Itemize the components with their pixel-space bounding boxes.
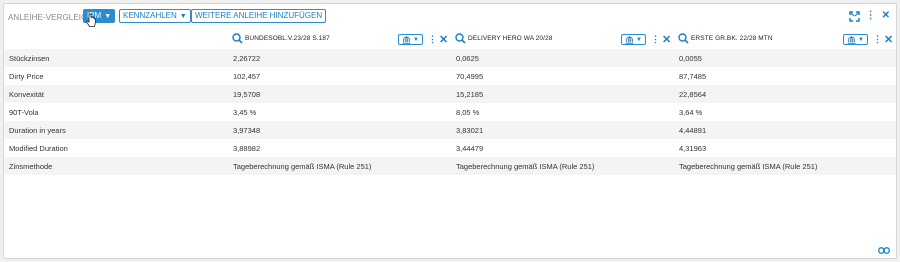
toolbar: ANLEIHE-VERGLEICH IPM ▼ KENNZAHLEN ▼ WEITE… [4, 4, 896, 30]
table-row: Duration in years 3,97348 3,83021 4,4489… [4, 121, 896, 139]
bond-name-3[interactable]: ERSTE GR.BK. 22/28 MTN [691, 35, 773, 42]
kebab-menu-icon[interactable]: ⋮ [651, 34, 660, 45]
row-label: Duration in years [9, 126, 66, 135]
cell-value: 3,97348 [233, 126, 261, 135]
cell-value: Tageberechnung gemäß ISMA (Rule 251) [233, 162, 372, 171]
row-label: Modified Duration [9, 144, 68, 153]
cell-value: 22,8564 [679, 90, 707, 99]
cell-value: 87,7485 [679, 72, 707, 81]
cell-value: 19,5708 [233, 90, 261, 99]
exchange-select-2[interactable]: ▼ [621, 34, 646, 45]
comparison-table: Stückzinsen 2,26722 0,0625 0,0055 Dirty … [4, 49, 896, 175]
chevron-down-icon: ▼ [858, 36, 864, 43]
kebab-menu-icon[interactable]: ⋮ [428, 34, 437, 45]
kennzahlen-dropdown[interactable]: KENNZAHLEN ▼ [119, 9, 191, 23]
bank-icon [402, 35, 411, 44]
cell-value: 102,457 [233, 72, 261, 81]
chevron-down-icon: ▼ [636, 36, 642, 43]
column-header-3: ERSTE GR.BK. 22/28 MTN ▼ ⋮ ✕ [677, 31, 897, 49]
cell-value: 70,4995 [456, 72, 484, 81]
row-label: Zinsmethode [9, 162, 53, 171]
row-label: Dirty Price [9, 72, 44, 81]
cell-value: Tageberechnung gemäß ISMA (Rule 251) [456, 162, 595, 171]
search-icon[interactable] [678, 33, 689, 44]
bond-name-2[interactable]: DELIVERY HERO WA 20/28 [468, 35, 552, 42]
cell-value: 3,64 % [679, 108, 703, 117]
link-icon[interactable] [878, 247, 890, 254]
table-row: Modified Duration 3,88982 3,44479 4,3196… [4, 139, 896, 157]
cell-value: 3,45 % [233, 108, 257, 117]
exchange-select-3[interactable]: ▼ [843, 34, 868, 45]
panel-actions: ⋮ ✕ [848, 10, 890, 22]
table-row: Stückzinsen 2,26722 0,0625 0,0055 [4, 49, 896, 67]
row-label: Stückzinsen [9, 54, 50, 63]
table-row: Dirty Price 102,457 70,4995 87,7485 [4, 67, 896, 85]
chevron-down-icon: ▼ [179, 13, 187, 20]
cell-value: 4,44891 [679, 126, 707, 135]
kebab-menu-icon[interactable]: ⋮ [866, 10, 876, 22]
table-row: 90T-Vola 3,45 % 8,05 % 3,64 % [4, 103, 896, 121]
cell-value: 0,0055 [679, 54, 702, 63]
column-header-2: DELIVERY HERO WA 20/28 ▼ ⋮ ✕ [454, 31, 674, 49]
kennzahlen-dropdown-label: KENNZAHLEN [123, 11, 177, 20]
panel-title: ANLEIHE-VERGLEICH [8, 13, 93, 22]
search-icon[interactable] [232, 33, 243, 44]
cell-value: 0,0625 [456, 54, 479, 63]
cell-value: 3,44479 [456, 144, 484, 153]
bond-name-1[interactable]: BUNDESOBL.V.23/28 S.187 [245, 35, 330, 42]
bond-comparison-panel: ANLEIHE-VERGLEICH IPM ▼ KENNZAHLEN ▼ WEITE… [3, 3, 897, 259]
chevron-down-icon: ▼ [413, 36, 419, 43]
cell-value: 3,83021 [456, 126, 484, 135]
cell-value: Tageberechnung gemäß ISMA (Rule 251) [679, 162, 818, 171]
bank-icon [847, 35, 856, 44]
cell-value: 2,26722 [233, 54, 261, 63]
table-row: Konvexität 19,5708 15,2185 22,8564 [4, 85, 896, 103]
kebab-menu-icon[interactable]: ⋮ [873, 34, 882, 45]
expand-icon[interactable] [848, 10, 860, 22]
cell-value: 8,05 % [456, 108, 480, 117]
bank-icon [625, 35, 634, 44]
row-label: Konvexität [9, 90, 45, 99]
cell-value: 4,31963 [679, 144, 707, 153]
table-row: Zinsmethode Tageberechnung gemäß ISMA (R… [4, 157, 896, 175]
remove-column-icon[interactable]: ✕ [662, 33, 671, 46]
hand-cursor-icon [86, 14, 96, 27]
row-label: 90T-Vola [9, 108, 39, 117]
column-header-1: BUNDESOBL.V.23/28 S.187 ▼ ⋮ ✕ [231, 31, 451, 49]
cell-value: 3,88982 [233, 144, 261, 153]
cell-value: 15,2185 [456, 90, 484, 99]
chevron-down-icon: ▼ [104, 13, 112, 20]
add-bond-button[interactable]: WEITERE ANLEIHE HINZUFÜGEN [191, 9, 327, 23]
remove-column-icon[interactable]: ✕ [884, 33, 893, 46]
search-icon[interactable] [455, 33, 466, 44]
close-icon[interactable]: ✕ [882, 10, 890, 22]
exchange-select-1[interactable]: ▼ [398, 34, 423, 45]
remove-column-icon[interactable]: ✕ [439, 33, 448, 46]
